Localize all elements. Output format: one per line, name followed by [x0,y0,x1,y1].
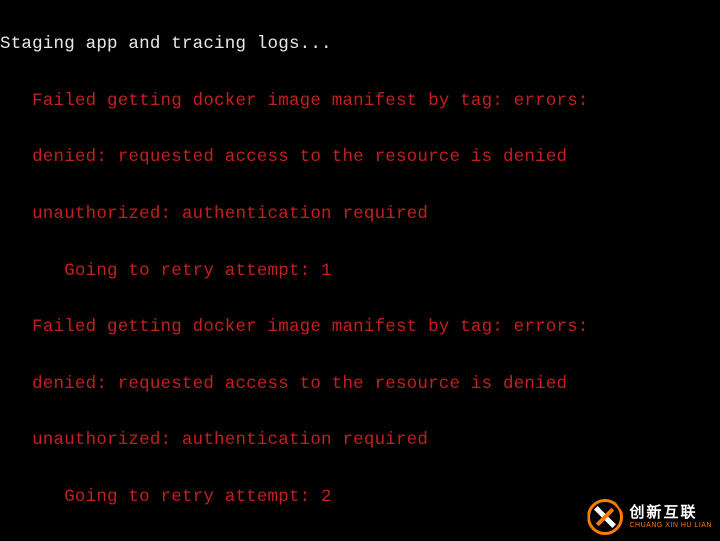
log-line: unauthorized: authentication required [0,426,720,454]
log-line: Staging app and tracing logs... [0,30,720,58]
terminal-output: Staging app and tracing logs... Failed g… [0,0,720,541]
log-line: Going to retry attempt: 1 [0,257,720,285]
log-line: Going to retry attempt: 2 [0,483,720,511]
log-line: Failed getting docker image manifest by … [0,313,720,341]
log-line: unauthorized: authentication required [0,200,720,228]
log-line: denied: requested access to the resource… [0,370,720,398]
watermark-text-en: CHUANG XIN HU LIAN [629,522,712,529]
log-line: Failed getting docker image manifest by … [0,87,720,115]
log-line: denied: requested access to the resource… [0,143,720,171]
